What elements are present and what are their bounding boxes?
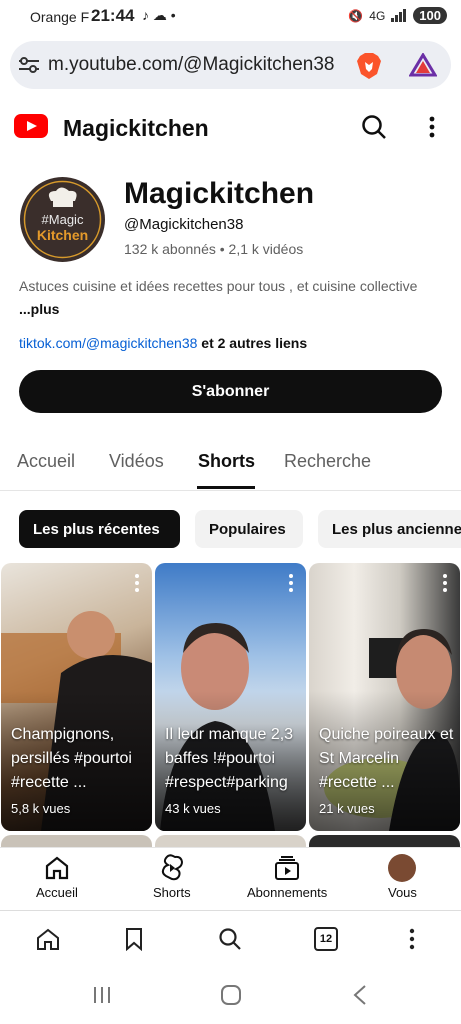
subscriptions-icon [275,856,300,880]
url-text[interactable]: m.youtube.com/@Magickitchen38 [48,54,334,76]
channel-avatar[interactable]: #Magic Kitchen [20,177,105,262]
channel-description[interactable]: Astuces cuisine et idées recettes pour t… [19,276,439,320]
tab-videos[interactable]: Vidéos [109,451,164,472]
short-card[interactable]: Quiche poireaux et St Marcelin #recette … [309,563,460,831]
tiktok-link[interactable]: tiktok.com/@magickitchen38 [19,335,197,351]
youtube-bottom-nav: Accueil Shorts Abonnements Vous [0,847,461,908]
tune-icon[interactable] [18,55,40,75]
nav-shorts[interactable]: Shorts [153,854,191,900]
nav-shorts-label: Shorts [153,885,191,900]
back-icon[interactable] [352,984,368,1006]
address-bar[interactable]: m.youtube.com/@Magickitchen38 [10,41,451,89]
nav-you-label: Vous [388,885,417,900]
triangle-rewards-icon[interactable] [409,53,437,77]
chip-popular[interactable]: Populaires [195,510,303,548]
recent-apps-icon[interactable] [92,986,112,1004]
nav-subscriptions[interactable]: Abonnements [247,854,327,900]
brave-lion-icon[interactable] [356,52,382,80]
channel-handle: @Magickitchen38 [124,216,244,233]
battery-badge: 100 [413,7,447,24]
bookmark-icon[interactable] [124,927,144,951]
account-avatar [388,854,417,882]
status-bar: Orange F 21:44 ♪ ☁ • 🔇 4G 100 [0,0,461,34]
clock: 21:44 [91,6,135,25]
tab-count-button[interactable]: 12 [314,927,338,951]
channel-links: tiktok.com/@magickitchen38 et 2 autres l… [19,335,307,351]
home-icon [45,856,69,880]
tab-search[interactable]: Recherche [284,451,371,472]
tab-home[interactable]: Accueil [17,451,75,472]
avatar-text-1: #Magic [42,212,84,227]
short-views: 21 k vues [319,801,375,816]
shorts-icon [161,854,183,881]
active-tab-indicator [197,486,255,489]
more-vert-icon[interactable] [442,573,448,593]
header-channel-name: Magickitchen [63,115,209,141]
chip-oldest[interactable]: Les plus anciennes [318,510,461,548]
tab-shorts[interactable]: Shorts [198,451,255,472]
short-views: 5,8 k vues [11,801,71,816]
android-nav-bar [0,968,461,1024]
description-text: Astuces cuisine et idées recettes pour t… [19,278,418,294]
short-card[interactable]: Champignons, persillés #pourtoi #recette… [1,563,152,831]
home-button-icon[interactable] [220,984,242,1006]
search-icon[interactable] [218,927,242,951]
more-vert-icon[interactable] [288,573,294,593]
home-icon[interactable] [36,927,60,951]
carrier-label: Orange F [30,9,90,25]
short-title: Champignons, persillés #pourtoi #recette… [11,726,132,791]
more-vert-icon[interactable] [406,927,418,951]
nav-home[interactable]: Accueil [36,854,78,900]
notification-icons: ♪ ☁ • [142,7,176,23]
short-views: 43 k vues [165,801,221,816]
other-links[interactable]: et 2 autres liens [201,335,307,351]
chef-logo-icon: #Magic Kitchen [20,177,105,262]
youtube-logo-icon[interactable] [14,114,48,138]
short-card[interactable]: Il leur manque 2,3 baffes !#pourtoi #res… [155,563,306,831]
short-title: Il leur manque 2,3 baffes !#pourtoi #res… [165,726,294,791]
browser-toolbar: 12 [0,910,461,969]
nav-subscriptions-label: Abonnements [247,885,328,900]
chip-latest[interactable]: Les plus récentes [19,510,180,548]
network-label: 4G [369,8,386,23]
description-more-link[interactable]: ...plus [19,299,439,320]
mute-icon: 🔇 [348,8,364,23]
signal-icon [391,9,407,22]
nav-home-label: Accueil [36,885,78,900]
more-vert-icon[interactable] [134,573,140,593]
nav-you[interactable]: Vous [388,854,417,900]
channel-stats: 132 k abonnés • 2,1 k vidéos [124,241,304,257]
subscribe-button[interactable]: S'abonner [19,370,442,413]
system-indicators: 🔇 4G 100 [348,7,447,24]
short-title: Quiche poireaux et St Marcelin #recette … [319,726,454,791]
more-vert-icon[interactable] [424,114,440,140]
avatar-text-2: Kitchen [37,227,88,243]
channel-tabs: Accueil Vidéos Shorts Recherche [0,438,461,491]
search-icon[interactable] [361,114,387,140]
channel-name: Magickitchen [124,177,315,210]
youtube-header: Magickitchen [0,104,461,152]
